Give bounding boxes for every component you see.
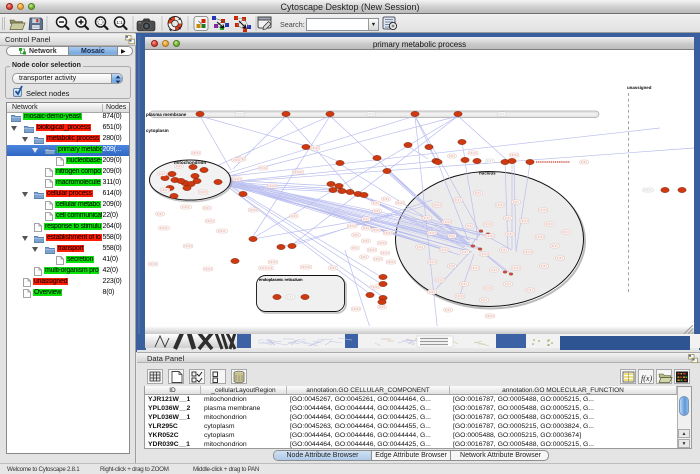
svg-text:endoplasmic reticulum: endoplasmic reticulum [259,277,303,282]
svg-text:nucleus: nucleus [479,171,496,176]
svg-text:plasma membrane: plasma membrane [146,112,187,117]
svg-text:f(x): f(x) [641,374,652,383]
svg-text:unassigned: unassigned [627,85,652,90]
svg-text:cytoplasm: cytoplasm [146,128,169,133]
svg-text:1:1: 1:1 [116,20,123,25]
